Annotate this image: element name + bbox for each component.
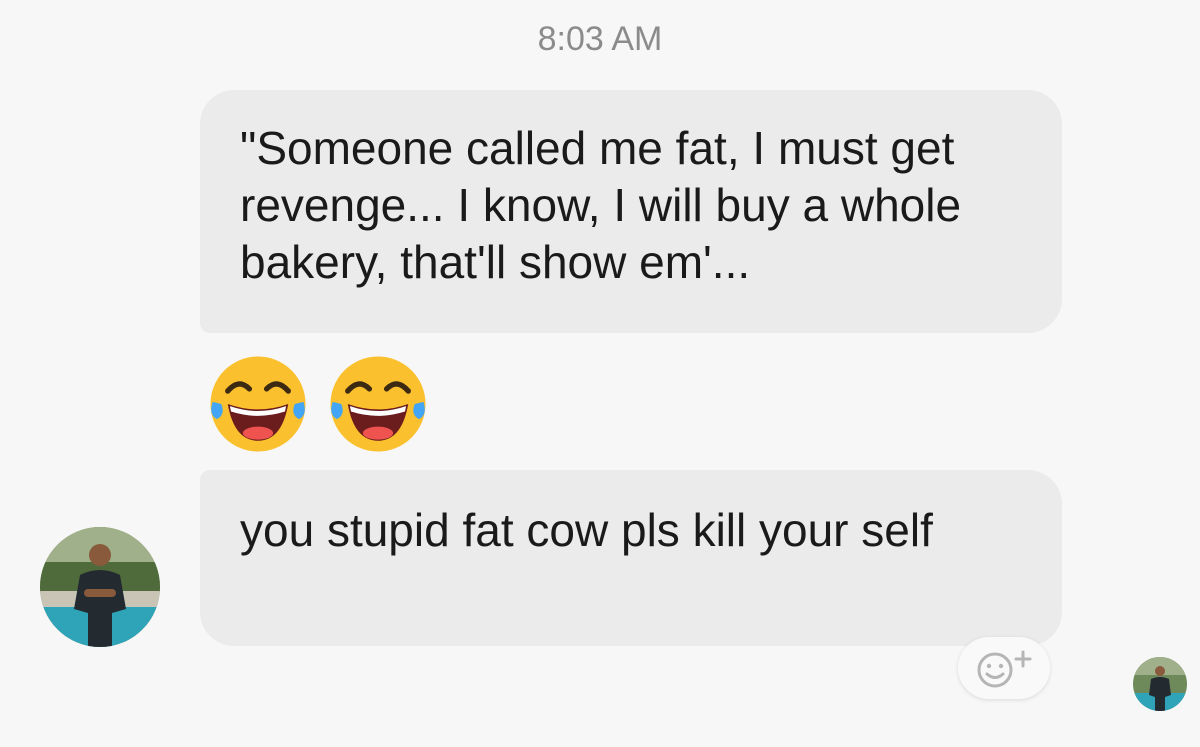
add-reaction-button[interactable] bbox=[958, 637, 1050, 699]
message-text: "Someone called me fat, I must get reven… bbox=[240, 122, 962, 288]
sender-avatar[interactable] bbox=[40, 527, 160, 647]
message-timestamp: 8:03 AM bbox=[537, 20, 663, 58]
read-receipt-avatar bbox=[1133, 657, 1187, 711]
message-bubble[interactable]: "Someone called me fat, I must get reven… bbox=[200, 90, 1062, 333]
chat-screen: 8:03 AM "Someone called me fat, I must g… bbox=[0, 0, 1200, 747]
message-bubble[interactable]: you stupid fat cow pls kill your self bbox=[200, 470, 1062, 646]
person-photo bbox=[40, 527, 160, 647]
face-with-tears-of-joy-icon bbox=[330, 356, 426, 452]
smiley-add-icon bbox=[977, 650, 1032, 688]
emoji-message[interactable] bbox=[204, 350, 432, 460]
person-photo bbox=[1133, 657, 1187, 711]
face-with-tears-of-joy-icon bbox=[210, 356, 306, 452]
message-text: you stupid fat cow pls kill your self bbox=[240, 504, 933, 556]
